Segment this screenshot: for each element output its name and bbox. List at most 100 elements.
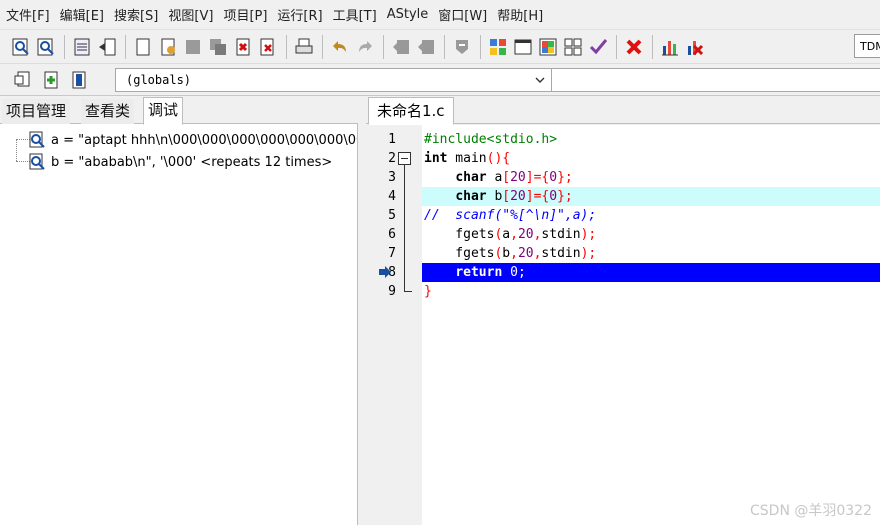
syntax-check-icon[interactable]: [587, 36, 609, 58]
main-toolbar: [0, 30, 880, 64]
compile-icon[interactable]: [487, 36, 509, 58]
close-file-icon[interactable]: [232, 36, 254, 58]
menu-window[interactable]: 窗口[W]: [436, 5, 495, 24]
watermark: CSDN @羊羽0322: [750, 503, 872, 519]
replace-icon[interactable]: [35, 36, 57, 58]
goto-bookmark-icon[interactable]: [68, 69, 90, 91]
menu-view[interactable]: 视图[V]: [166, 5, 221, 24]
code-token: fgets: [424, 246, 495, 261]
tab-class-browser[interactable]: 查看类: [81, 99, 135, 124]
insert-icon[interactable]: [12, 69, 34, 91]
code-line[interactable]: #include<stdio.h>: [422, 130, 880, 149]
toolbar-separator: [286, 34, 287, 59]
code-token: ]={: [525, 170, 550, 185]
code-token: 20: [517, 246, 534, 261]
scope-dropdown[interactable]: (globals): [115, 68, 552, 92]
code-line[interactable]: fgets(b,20,stdin);: [422, 244, 880, 263]
code-token: stdin: [541, 246, 581, 261]
code-token: 0: [549, 189, 558, 204]
profile-icon[interactable]: [659, 36, 681, 58]
code-token: int: [424, 151, 448, 166]
delete-profile-icon[interactable]: [684, 36, 706, 58]
code-token: 20: [510, 170, 526, 185]
fold-line: [404, 165, 405, 291]
run-icon[interactable]: [512, 36, 534, 58]
tree-connector: [16, 139, 17, 161]
unindent-icon[interactable]: [415, 36, 437, 58]
code-token: char: [455, 170, 487, 185]
menu-search[interactable]: 搜索[S]: [112, 5, 166, 24]
new-file-icon[interactable]: [132, 36, 154, 58]
line-number: 3: [388, 170, 396, 185]
code-token: return: [455, 265, 503, 280]
code-line[interactable]: char a[20]={0};: [422, 168, 880, 187]
code-token: 0: [510, 265, 518, 280]
chevron-down-icon: [533, 73, 547, 87]
menu-file[interactable]: 文件[F]: [4, 5, 58, 24]
undo-icon[interactable]: [329, 36, 351, 58]
watch-variable-icon: [27, 131, 47, 149]
code-token: (){: [486, 151, 511, 166]
find-icon[interactable]: [10, 36, 32, 58]
code-editor[interactable]: #include<stdio.h> int main(){ char a[20]=…: [422, 125, 880, 525]
line-gutter: 123456789: [366, 125, 422, 525]
code-line[interactable]: }: [422, 282, 880, 301]
list-icon[interactable]: [71, 36, 93, 58]
tab-debug[interactable]: 调试: [143, 97, 184, 125]
line-number: 9: [388, 284, 396, 299]
toggle-comment-icon[interactable]: [451, 36, 473, 58]
close-all-icon[interactable]: [257, 36, 279, 58]
watch-variable-icon: [27, 153, 47, 171]
code-token: ,: [510, 227, 518, 242]
toolbar-separator: [616, 34, 617, 59]
line-number: 6: [388, 227, 396, 242]
panel-splitter[interactable]: [358, 97, 366, 525]
debug-watch-tree: a = "aptapt hhh\n\000\000\000\000\000\00…: [0, 125, 357, 525]
watch-item-text: b = "ababab\n", '\000' <repeats 12 times…: [51, 154, 333, 170]
menu-run[interactable]: 运行[R]: [275, 5, 330, 24]
menu-bar: 文件[F] 编辑[E] 搜索[S] 视图[V] 项目[P] 运行[R] 工具[T…: [0, 0, 880, 30]
watch-item[interactable]: a = "aptapt hhh\n\000\000\000\000\000\00…: [27, 130, 357, 150]
code-line[interactable]: char b[20]={0};: [422, 187, 880, 206]
fold-end: [404, 291, 412, 292]
menu-edit[interactable]: 编辑[E]: [58, 5, 112, 24]
watch-item[interactable]: b = "ababab\n", '\000' <repeats 12 times…: [27, 152, 332, 172]
save-all-icon[interactable]: [207, 36, 229, 58]
compile-run-icon[interactable]: [537, 36, 559, 58]
toolbar-separator: [64, 34, 65, 59]
code-token: ]={: [525, 189, 550, 204]
code-token: ,: [510, 246, 518, 261]
save-icon[interactable]: [182, 36, 204, 58]
open-file-icon[interactable]: [157, 36, 179, 58]
code-token: [: [502, 170, 511, 185]
menu-astyle[interactable]: AStyle: [385, 7, 437, 22]
rebuild-icon[interactable]: [562, 36, 584, 58]
add-bookmark-icon[interactable]: [40, 69, 62, 91]
stop-execution-icon[interactable]: [623, 36, 645, 58]
indent-icon[interactable]: [390, 36, 412, 58]
code-token: 20: [510, 189, 526, 204]
symbol-dropdown[interactable]: [552, 68, 880, 92]
code-token: fgets: [424, 227, 495, 242]
toolbar-separator: [322, 34, 323, 59]
tab-project-manager[interactable]: 项目管理: [2, 99, 71, 124]
goto-line-icon[interactable]: [96, 36, 118, 58]
print-icon[interactable]: [293, 36, 315, 58]
redo-icon[interactable]: [354, 36, 376, 58]
code-line[interactable]: fgets(a,20,stdin);: [422, 225, 880, 244]
code-token: );: [580, 246, 597, 261]
code-line[interactable]: return 0;: [422, 263, 880, 282]
code-token: char: [455, 189, 487, 204]
menu-project[interactable]: 项目[P]: [221, 5, 275, 24]
menu-tools[interactable]: 工具[T]: [331, 5, 385, 24]
code-line[interactable]: int main(){: [422, 149, 880, 168]
code-line[interactable]: // scanf("%[^\n]",a);: [422, 206, 880, 225]
code-token: main: [447, 151, 487, 166]
code-token: 0: [549, 170, 558, 185]
fold-collapse-icon[interactable]: [398, 152, 411, 165]
menu-help[interactable]: 帮助[H]: [495, 5, 551, 24]
tab-untitled1[interactable]: 未命名1.c: [368, 97, 454, 125]
code-token: b: [486, 189, 503, 204]
compiler-select[interactable]: TDM: [854, 34, 880, 58]
